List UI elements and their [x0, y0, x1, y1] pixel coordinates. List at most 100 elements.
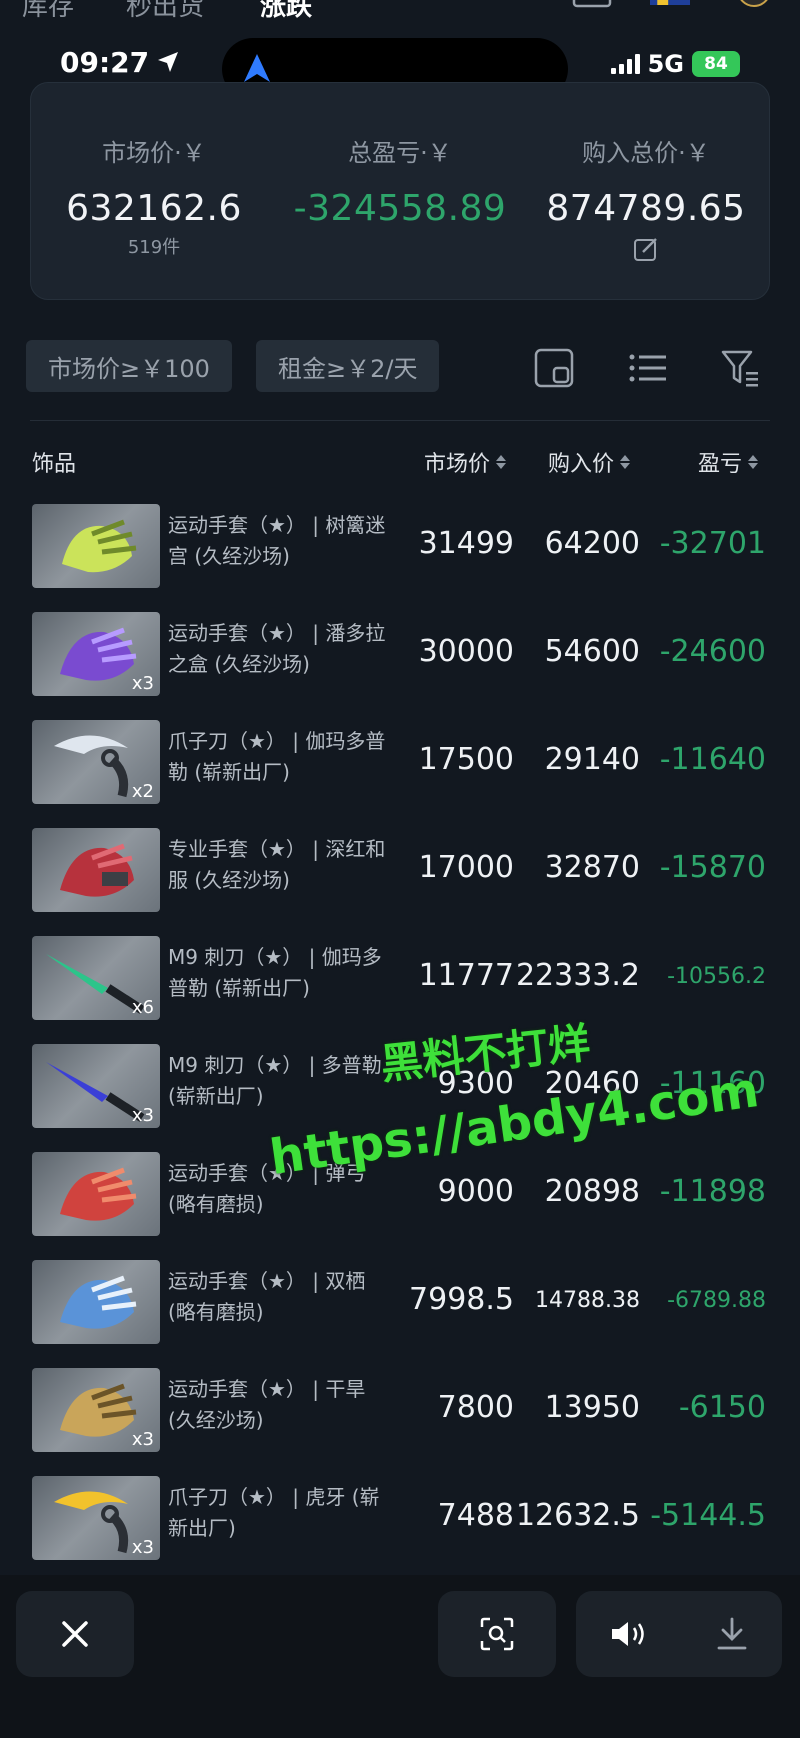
close-icon: [62, 1621, 88, 1647]
download-icon[interactable]: [716, 1617, 748, 1651]
buy-price: 14788.38: [535, 1288, 640, 1313]
item-thumbnail: [32, 828, 160, 912]
item-thumbnail: x3: [32, 612, 160, 696]
profit-summary: 总盈亏·￥ -324558.89: [277, 133, 523, 229]
profit-loss: -11898: [659, 1174, 766, 1209]
market-price: 30000: [418, 634, 514, 669]
media-controls: [576, 1591, 782, 1677]
quantity-badge: x3: [131, 673, 154, 694]
speaker-icon[interactable]: [610, 1619, 648, 1649]
item-thumbnail: x6: [32, 936, 160, 1020]
item-thumbnail: [32, 1260, 160, 1344]
table-row[interactable]: x3 爪子刀（★） | 虎牙 (崭新出厂) 7488 12632.5 -5144…: [0, 1472, 800, 1568]
signal-icon: [610, 54, 640, 74]
profit-loss: -6789.88: [667, 1288, 766, 1313]
market-summary: 市场价·￥ 632162.6 519件: [31, 133, 277, 259]
item-thumbnail: x3: [32, 1476, 160, 1560]
item-name: M9 刺刀（★） | 伽玛多普勒 (崭新出厂): [168, 945, 382, 1000]
item-name: M9 刺刀（★） | 多普勒 (崭新出厂): [168, 1053, 382, 1108]
cost-summary: 购入总价·￥ 874789.65: [523, 133, 769, 267]
profit-loss: -5144.5: [650, 1498, 766, 1533]
column-market-sort[interactable]: 市场价: [424, 446, 507, 478]
buy-price: 29140: [544, 742, 640, 777]
item-thumbnail: [32, 504, 160, 588]
profit-loss: -6150: [678, 1390, 766, 1425]
table-row[interactable]: x3 运动手套（★） | 干旱 (久经沙场) 7800 13950 -6150: [0, 1364, 800, 1460]
item-name: 专业手套（★） | 深红和服 (久经沙场): [168, 837, 386, 892]
sort-icon: [496, 455, 507, 469]
checkbox-icon[interactable]: [572, 0, 612, 10]
quantity-badge: x3: [131, 1537, 154, 1558]
tab-inventory[interactable]: 库存: [22, 0, 74, 23]
status-bar: 09:27 5G 84: [0, 38, 800, 100]
avatar-flag-icon[interactable]: [650, 0, 690, 10]
item-name: 运动手套（★） | 潘多拉之盒 (久经沙场): [168, 621, 386, 676]
quantity-badge: x2: [131, 781, 154, 802]
item-name: 运动手套（★） | 树篱迷宫 (久经沙场): [168, 513, 386, 568]
profit-label: 总盈亏·￥: [348, 139, 452, 167]
summary-card: 市场价·￥ 632162.6 519件 总盈亏·￥ -324558.89 购入总…: [30, 82, 770, 300]
column-pl-label: 盈亏: [698, 452, 743, 477]
scan-button[interactable]: [438, 1591, 556, 1677]
column-item: 饰品: [32, 446, 76, 478]
view-toggle-icon[interactable]: [534, 348, 574, 388]
location-arrow-icon: [158, 52, 178, 72]
item-name: 运动手套（★） | 双栖 (略有磨损): [168, 1269, 366, 1324]
table-row[interactable]: x6 M9 刺刀（★） | 伽玛多普勒 (崭新出厂) 11777 22333.2…: [0, 932, 800, 1028]
profit-loss: -24600: [659, 634, 766, 669]
cost-total: 874789.65: [546, 188, 746, 229]
column-buy-label: 购入价: [548, 452, 615, 477]
column-market-label: 市场价: [424, 452, 491, 477]
navigation-icon: [244, 54, 270, 82]
table-row[interactable]: 运动手套（★） | 树篱迷宫 (久经沙场) 31499 64200 -32701: [0, 500, 800, 596]
market-price: 7998.5: [409, 1282, 514, 1317]
column-buy-sort[interactable]: 购入价: [548, 446, 631, 478]
table-row[interactable]: x3 运动手套（★） | 潘多拉之盒 (久经沙场) 30000 54600 -2…: [0, 608, 800, 704]
buy-price: 13950: [544, 1390, 640, 1425]
table-row[interactable]: 运动手套（★） | 双栖 (略有磨损) 7998.5 14788.38 -678…: [0, 1256, 800, 1352]
item-count: 519件: [127, 237, 181, 258]
profile-badge-icon[interactable]: [734, 0, 774, 10]
buy-price: 54600: [544, 634, 640, 669]
divider: [30, 420, 770, 421]
edit-icon[interactable]: [632, 235, 660, 263]
list-icon[interactable]: [628, 348, 668, 388]
filter-icon[interactable]: [720, 348, 760, 388]
market-label: 市场价·￥: [102, 139, 206, 167]
table-row[interactable]: x2 爪子刀（★） | 伽玛多普勒 (崭新出厂) 17500 29140 -11…: [0, 716, 800, 812]
quantity-badge: x6: [131, 997, 154, 1018]
bottom-toolbar: [0, 1575, 800, 1738]
buy-price: 12632.5: [515, 1498, 640, 1533]
buy-price: 20898: [544, 1174, 640, 1209]
tab-price-change[interactable]: 涨跌: [260, 0, 312, 23]
column-item-label: 饰品: [32, 452, 77, 477]
quantity-badge: x3: [131, 1429, 154, 1450]
profit-loss: -11640: [659, 742, 766, 777]
close-button[interactable]: [16, 1591, 134, 1677]
buy-price: 32870: [544, 850, 640, 885]
sort-icon: [748, 455, 759, 469]
market-price-filter-chip[interactable]: 市场价≥￥100: [26, 340, 232, 392]
item-name: 爪子刀（★） | 伽玛多普勒 (崭新出厂): [168, 729, 386, 784]
buy-price: 22333.2: [515, 958, 640, 993]
profit-loss: -10556.2: [667, 964, 766, 989]
item-thumbnail: [32, 1152, 160, 1236]
column-pl-sort[interactable]: 盈亏: [698, 446, 759, 478]
app-tab-strip: 库存 秒出货 涨跌: [0, 0, 800, 26]
market-price: 7800: [437, 1390, 514, 1425]
profit-loss: -32701: [659, 526, 766, 561]
market-price: 17000: [418, 850, 514, 885]
rent-filter-chip[interactable]: 租金≥￥2/天: [256, 340, 440, 392]
status-time: 09:27: [60, 46, 150, 79]
profit-total: -324558.89: [293, 188, 507, 229]
market-total: 632162.6: [66, 188, 242, 229]
market-price: 7488: [437, 1498, 514, 1533]
tab-quick-sell[interactable]: 秒出货: [126, 0, 204, 23]
market-price: 31499: [418, 526, 514, 561]
battery-icon: 84: [692, 51, 740, 77]
item-name: 爪子刀（★） | 虎牙 (崭新出厂): [168, 1485, 380, 1540]
market-price: 11777: [418, 958, 514, 993]
item-thumbnail: x3: [32, 1044, 160, 1128]
item-thumbnail: x3: [32, 1368, 160, 1452]
table-row[interactable]: 专业手套（★） | 深红和服 (久经沙场) 17000 32870 -15870: [0, 824, 800, 920]
